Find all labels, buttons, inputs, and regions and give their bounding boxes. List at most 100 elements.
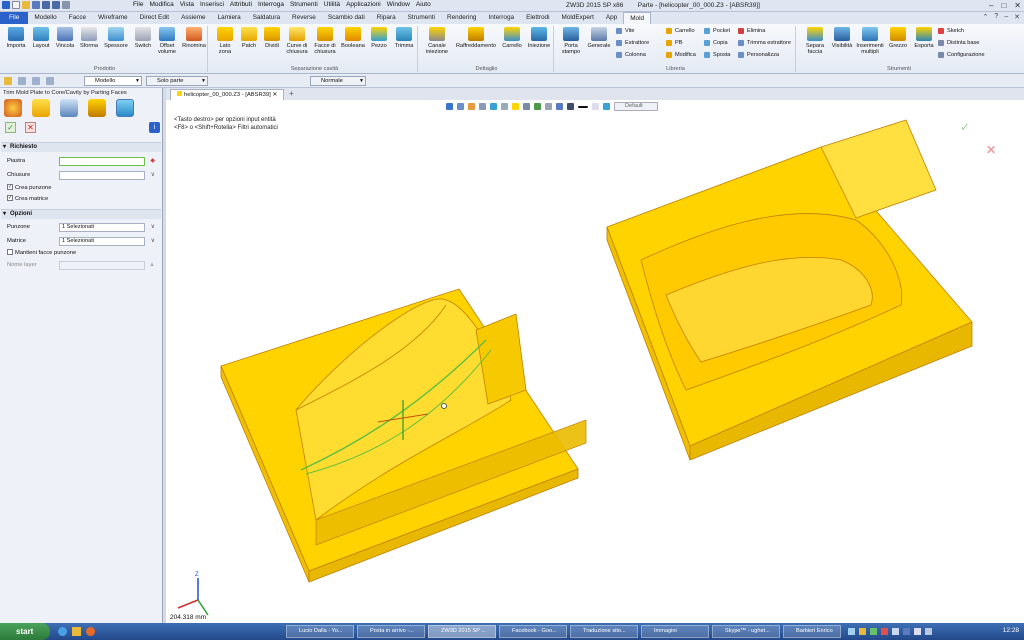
porta-stampo-button[interactable]: Porta stampo	[558, 26, 584, 55]
quicklaunch-ie-icon[interactable]	[58, 627, 67, 636]
task-barbieri[interactable]: Barbieri Enrico	[783, 625, 841, 638]
section-opzioni[interactable]: Opzioni	[1, 209, 161, 219]
distinta-base-button[interactable]: Distinta base	[938, 40, 979, 46]
sketch-button[interactable]: Sketch	[938, 28, 964, 34]
vincola-button[interactable]: Vincola	[54, 26, 76, 49]
redo-icon[interactable]	[52, 1, 60, 9]
modifica-lib-button[interactable]: Modifica	[666, 52, 696, 58]
clock[interactable]: 12:28	[1003, 627, 1019, 634]
spessore-button[interactable]: Spessore	[102, 26, 130, 49]
crea-punzone-checkbox[interactable]: ✓	[7, 184, 13, 191]
lato-zona-button[interactable]: Lato zona	[214, 26, 236, 55]
ok-button[interactable]: ✓	[5, 122, 16, 133]
tray-icon[interactable]	[903, 628, 910, 635]
tab-scambio-dati[interactable]: Scambio dati	[322, 12, 371, 24]
tab-assieme[interactable]: Assieme	[175, 12, 212, 24]
tab-strumenti[interactable]: Strumenti	[402, 12, 441, 24]
help-icon[interactable]: ?	[994, 13, 998, 21]
configurazione-button[interactable]: Configurazione	[938, 52, 985, 58]
task-facebook[interactable]: Facebook - Goo...	[499, 625, 567, 638]
tray-icon[interactable]	[848, 628, 855, 635]
tab-lamiera[interactable]: Lamiera	[212, 12, 247, 24]
elimina-button[interactable]: Elimina	[738, 28, 765, 34]
save-icon[interactable]	[32, 1, 40, 9]
app-icon[interactable]	[2, 1, 10, 9]
undo-icon[interactable]	[42, 1, 50, 9]
raffreddamento-button[interactable]: Raffreddamento	[454, 26, 498, 49]
separa-faccia-button[interactable]: Separa faccia	[802, 26, 828, 55]
method-3-icon[interactable]	[60, 99, 78, 117]
crea-matrice-row[interactable]: ✓ Crea matrice	[7, 195, 157, 205]
booleana-button[interactable]: Booleana	[340, 26, 366, 49]
chevron-down-icon[interactable]: ∨	[151, 223, 155, 232]
tray-icon[interactable]	[870, 628, 877, 635]
minimize-icon[interactable]: –	[989, 1, 993, 10]
sforma-button[interactable]: Sforma	[77, 26, 101, 49]
trimma-estrattore-button[interactable]: Trimma estrattore	[738, 40, 791, 46]
task-posta[interactable]: Posta in arrivo -...	[357, 625, 425, 638]
esporta-button[interactable]: Esporta	[912, 26, 936, 49]
deselect-icon[interactable]	[46, 77, 54, 85]
switch-button[interactable]: Switch	[132, 26, 154, 49]
visibilita-button[interactable]: Visibilità	[830, 26, 854, 49]
copia-button[interactable]: Copia	[704, 40, 728, 46]
quicklaunch-media-icon[interactable]	[86, 627, 95, 636]
mantieni-row[interactable]: Mantieni facce punzone	[7, 249, 157, 259]
tab-wireframe[interactable]: Wireframe	[92, 12, 133, 24]
menu-strumenti[interactable]: Strumenti	[290, 1, 318, 8]
menu-applicazioni[interactable]: Applicazioni	[346, 1, 381, 8]
info-icon[interactable]: i	[149, 122, 160, 133]
offset-volume-button[interactable]: Offset volume	[155, 26, 179, 55]
tray-icon[interactable]	[881, 628, 888, 635]
menu-inserisci[interactable]: Inserisci	[200, 1, 224, 8]
pick-layer-icon[interactable]: ▲	[149, 261, 155, 270]
menu-modifica[interactable]: Modifica	[149, 1, 173, 8]
task-immagini[interactable]: Immagini	[641, 625, 709, 638]
close-icon[interactable]: ✕	[1014, 1, 1021, 10]
tab-direct-edit[interactable]: Direct Edit	[134, 12, 175, 24]
network-icon[interactable]	[925, 628, 932, 635]
doc-tab-helicopter[interactable]: helicopter_00_000.Z3 - [ABSR39] ✕	[170, 89, 285, 100]
crea-matrice-checkbox[interactable]: ✓	[7, 195, 13, 202]
chevron-down-icon[interactable]: ∨	[151, 237, 155, 246]
menu-aiuto[interactable]: Aiuto	[416, 1, 431, 8]
settings-icon[interactable]	[62, 1, 70, 9]
tab-mold[interactable]: Mold	[623, 12, 652, 24]
carrello-button[interactable]: Carrello	[500, 26, 524, 49]
open-icon[interactable]	[22, 1, 30, 9]
task-zw3d[interactable]: ZW3D 2015 SP ...	[428, 625, 496, 638]
rinomina-button[interactable]: Rinomina	[181, 26, 207, 49]
dividi-button[interactable]: Dividi	[262, 26, 282, 49]
chevron-down-icon[interactable]: ∨	[151, 171, 155, 180]
piastra-input[interactable]	[59, 157, 145, 166]
vite-button[interactable]: Vite	[616, 28, 635, 34]
chiusure-input[interactable]	[59, 171, 145, 180]
method-4-icon[interactable]	[88, 99, 106, 117]
task-traduzione[interactable]: Traduzione sito...	[570, 625, 638, 638]
close-doc-icon[interactable]: ✕	[1014, 13, 1020, 21]
curve-chiusura-button[interactable]: Curve di chiusura	[284, 26, 310, 55]
tab-rendering[interactable]: Rendering	[441, 12, 483, 24]
add-tab-icon[interactable]: +	[289, 89, 294, 98]
mantieni-checkbox[interactable]	[7, 249, 13, 256]
matrice-input[interactable]: 1 Selezionati	[59, 237, 145, 246]
colonna-button[interactable]: Colonna	[616, 52, 646, 58]
collapse-ribbon-icon[interactable]: ⌃	[982, 13, 988, 21]
section-richiesto[interactable]: Richiesto	[1, 142, 161, 152]
menu-utilita[interactable]: Utilità	[324, 1, 340, 8]
tray-icon[interactable]	[859, 628, 866, 635]
task-skype[interactable]: Skype™ - ughet...	[712, 625, 780, 638]
tab-elettrodi[interactable]: Elettrodi	[520, 12, 555, 24]
tab-modello[interactable]: Modello	[28, 12, 62, 24]
method-1-icon[interactable]	[4, 99, 22, 117]
tab-app[interactable]: App	[600, 12, 623, 24]
inserimenti-multipli-button[interactable]: Inserimenti multipli	[856, 26, 884, 55]
tab-file[interactable]: File	[0, 12, 29, 24]
facce-chiusura-button[interactable]: Facce di chiusura	[312, 26, 338, 55]
punzone-input[interactable]: 1 Selezionati	[59, 223, 145, 232]
menu-attributi[interactable]: Attributi	[230, 1, 252, 8]
pocket-button[interactable]: Pocket	[704, 28, 730, 34]
minimize-doc-icon[interactable]: –	[1004, 13, 1008, 21]
crea-punzone-row[interactable]: ✓ Crea punzone	[7, 184, 157, 194]
sposta-button[interactable]: Sposta	[704, 52, 730, 58]
